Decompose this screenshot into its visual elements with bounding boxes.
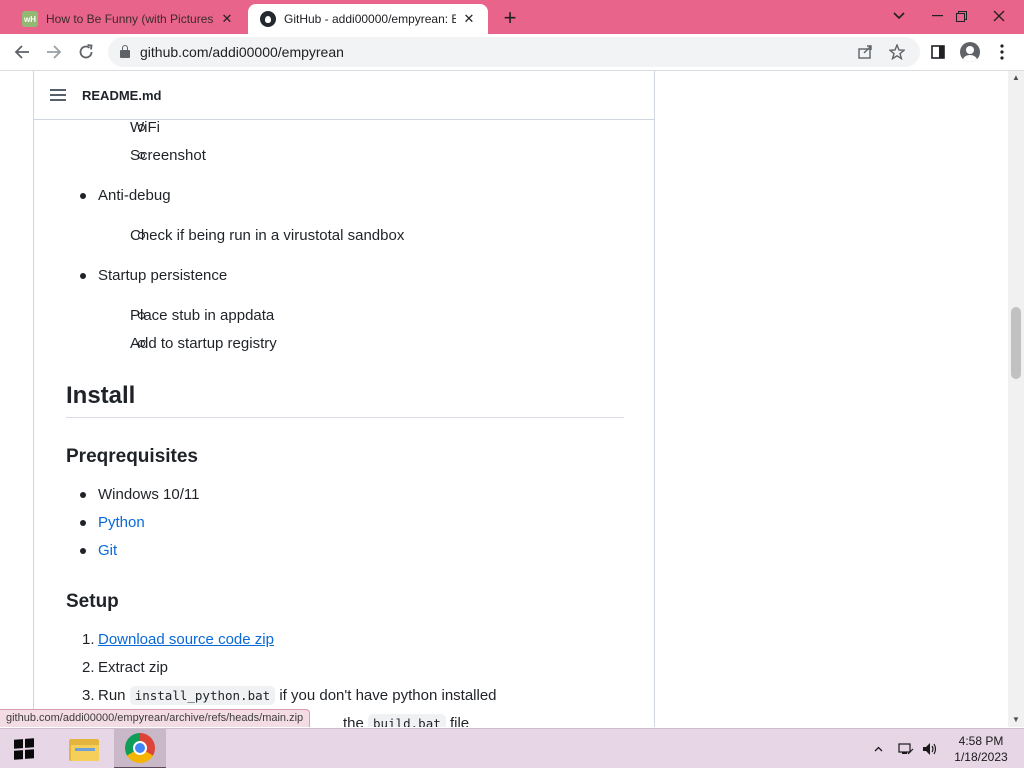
start-button[interactable]	[0, 729, 48, 768]
chrome-taskbar-button[interactable]	[114, 729, 166, 768]
disc-bullet-icon	[80, 273, 86, 279]
python-link[interactable]: Python	[98, 514, 145, 531]
disc-bullet-icon	[80, 548, 86, 554]
close-window-button[interactable]	[982, 0, 1016, 32]
list-item: Check if being run in a virustotal sandb…	[130, 227, 405, 244]
bookmark-star-icon[interactable]	[886, 41, 908, 63]
forward-button[interactable]	[40, 38, 68, 66]
volume-icon[interactable]	[922, 729, 938, 768]
list-item: Anti-debug	[98, 187, 171, 204]
address-bar[interactable]: github.com/addi00000/empyrean	[108, 37, 920, 67]
url-text: github.com/addi00000/empyrean	[140, 44, 344, 60]
table-of-contents-icon[interactable]	[50, 86, 66, 104]
the-text: the	[343, 715, 364, 727]
tab-title: GitHub - addi00000/empyrean: E	[284, 12, 456, 26]
list-item: Screenshot	[130, 147, 206, 164]
disc-bullet-icon	[80, 492, 86, 498]
list-item: WiFi	[130, 119, 160, 136]
chrome-icon	[125, 733, 155, 763]
share-icon[interactable]	[854, 41, 876, 63]
list-number: 2.	[82, 659, 95, 676]
close-tab-icon[interactable]: ✕	[460, 10, 478, 28]
side-panel-icon[interactable]	[924, 38, 952, 66]
list-item: Startup persistence	[98, 267, 228, 284]
close-tab-icon[interactable]: ✕	[218, 10, 236, 28]
windows-logo-icon	[14, 738, 34, 760]
restore-button[interactable]	[944, 0, 978, 32]
install-heading: Install	[66, 382, 136, 409]
disc-bullet-icon	[80, 520, 86, 526]
tab-strip: wH How to Be Funny (with Pictures) ✕ Git…	[0, 0, 1024, 34]
prerequisites-heading: Preqrequisites	[66, 446, 198, 467]
build-bat-code: build.bat	[368, 714, 446, 727]
tab-github-empyrean[interactable]: GitHub - addi00000/empyrean: E ✕	[248, 4, 488, 34]
file-explorer-button[interactable]	[58, 729, 110, 768]
list-item: Extract zip	[98, 659, 169, 676]
disc-bullet-icon	[80, 193, 86, 199]
lock-icon	[120, 45, 130, 58]
reload-button[interactable]	[72, 38, 100, 66]
tab-how-to-be-funny[interactable]: wH How to Be Funny (with Pictures) ✕	[10, 4, 246, 34]
github-icon	[260, 11, 276, 27]
back-button[interactable]	[8, 38, 36, 66]
file-text: file	[449, 715, 470, 727]
system-clock[interactable]: 4:58 PM 1/18/2023	[946, 733, 1016, 765]
list-number: 3.	[82, 687, 95, 704]
readme-filename: README.md	[82, 87, 162, 103]
show-hidden-icons-chevron-up-icon[interactable]	[874, 729, 883, 768]
network-icon[interactable]	[898, 729, 914, 768]
wikihow-icon: wH	[22, 11, 38, 27]
readme-container: README.md WiFi Screenshot Anti-debug Che…	[33, 71, 655, 727]
tab-title: How to Be Funny (with Pictures)	[46, 12, 214, 26]
git-link[interactable]: Git	[98, 542, 117, 559]
list-item: Place stub in appdata	[130, 307, 275, 324]
tab-search-chevron-down-icon[interactable]	[882, 0, 916, 32]
heading-divider	[66, 417, 624, 418]
folder-icon	[69, 737, 99, 761]
list-item: Windows 10/11	[98, 486, 200, 503]
scrollbar-thumb[interactable]	[1011, 307, 1021, 379]
new-tab-button[interactable]: +	[498, 6, 522, 30]
run-text: Run	[98, 687, 126, 704]
list-item: Add to startup registry	[130, 335, 277, 352]
clock-date: 1/18/2023	[954, 750, 1008, 764]
install-note-text: if you don't have python installed	[279, 687, 497, 704]
list-item: Run install_python.bat if you don't have…	[98, 686, 497, 705]
browser-toolbar: github.com/addi00000/empyrean	[0, 34, 1024, 71]
scroll-down-arrow-icon[interactable]: ▼	[1012, 716, 1020, 724]
windows-taskbar: 4:58 PM 1/18/2023	[0, 728, 1024, 768]
list-number: 1.	[82, 631, 95, 648]
page-scrollbar[interactable]: ▲ ▼	[1008, 71, 1024, 727]
download-source-zip-link[interactable]: Download source code zip	[98, 631, 274, 648]
setup-heading: Setup	[66, 591, 119, 612]
link-status-bubble: github.com/addi00000/empyrean/archive/re…	[0, 709, 311, 727]
more-menu-icon[interactable]	[988, 38, 1016, 66]
clock-time: 4:58 PM	[958, 734, 1004, 748]
install-python-bat-code: install_python.bat	[129, 686, 276, 705]
page-viewport: README.md WiFi Screenshot Anti-debug Che…	[0, 71, 1008, 727]
list-item-partial: the build.bat file	[343, 714, 470, 727]
profile-avatar-icon[interactable]	[956, 38, 984, 66]
readme-header: README.md	[34, 71, 654, 120]
scroll-up-arrow-icon[interactable]: ▲	[1012, 74, 1020, 82]
